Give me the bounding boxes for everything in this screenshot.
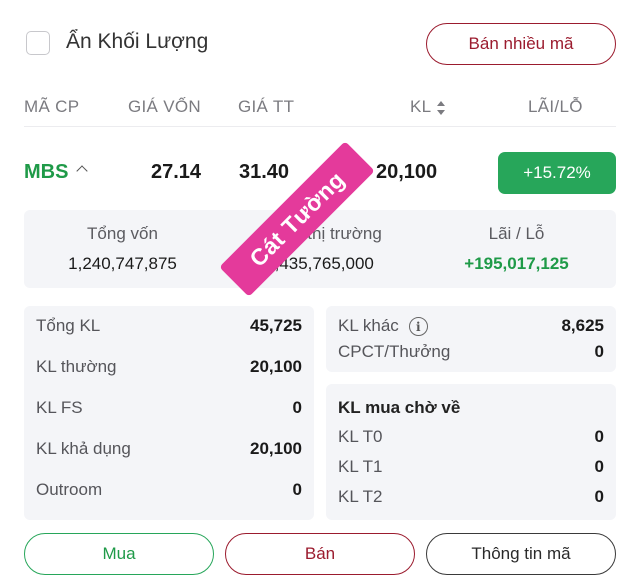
available-volume-label: KL khả dụng bbox=[36, 439, 131, 458]
total-volume-value: 45,725 bbox=[250, 316, 302, 335]
t0-label: KL T0 bbox=[338, 427, 383, 446]
column-volume-sort[interactable]: KL bbox=[410, 97, 446, 117]
dividend-row: CPCT/Thưởng 0 bbox=[338, 342, 604, 362]
stock-info-button[interactable]: Thông tin mã bbox=[426, 533, 616, 575]
profit-loss-summary: Lãi / Lỗ +195,017,125 bbox=[418, 224, 615, 274]
volume-panel: Tổng KL 45,725 KL thường 20,100 KL FS 0 … bbox=[24, 306, 314, 520]
chevron-up-icon bbox=[76, 165, 89, 177]
column-profit-loss: LÃI/LỖ bbox=[528, 97, 583, 116]
fs-volume-row: KL FS 0 bbox=[36, 398, 302, 418]
sell-multiple-button[interactable]: Bán nhiều mã bbox=[426, 23, 616, 65]
stock-code: MBS bbox=[24, 161, 69, 183]
total-capital: Tổng vốn 1,240,747,875 bbox=[24, 224, 221, 274]
total-capital-value: 1,240,747,875 bbox=[68, 254, 177, 273]
volume-value: 20,100 bbox=[376, 161, 438, 183]
market-price-value: 31.40 bbox=[239, 161, 290, 183]
t1-row: KL T1 0 bbox=[338, 457, 604, 477]
outroom-row: Outroom 0 bbox=[36, 480, 302, 500]
column-volume-label: KL bbox=[410, 97, 432, 116]
column-code: MÃ CP bbox=[24, 97, 80, 116]
t0-value: 0 bbox=[594, 427, 604, 446]
normal-volume-value: 20,100 bbox=[250, 357, 302, 376]
t1-label: KL T1 bbox=[338, 457, 383, 476]
normal-volume-row: KL thường 20,100 bbox=[36, 357, 302, 377]
hide-volume-label: Ẩn Khối Lượng bbox=[66, 30, 209, 53]
other-volume-row: KL khác i 8,625 bbox=[338, 316, 604, 337]
sort-icon bbox=[437, 100, 446, 115]
fs-volume-value: 0 bbox=[292, 398, 302, 417]
column-cost-price: GIÁ VỐN bbox=[128, 97, 201, 116]
cost-price-value: 27.14 bbox=[151, 161, 202, 183]
t2-label: KL T2 bbox=[338, 487, 383, 506]
other-volume-panel: KL khác i 8,625 CPCT/Thưởng 0 bbox=[326, 306, 616, 372]
buy-button[interactable]: Mua bbox=[24, 533, 214, 575]
other-volume-label: KL khác bbox=[338, 316, 399, 335]
header-divider bbox=[24, 126, 616, 127]
t0-row: KL T0 0 bbox=[338, 427, 604, 447]
dividend-label: CPCT/Thưởng bbox=[338, 342, 451, 361]
profit-loss-value: +195,017,125 bbox=[464, 254, 569, 273]
t1-value: 0 bbox=[594, 457, 604, 476]
available-volume-value: 20,100 bbox=[250, 439, 302, 458]
t2-value: 0 bbox=[594, 487, 604, 506]
profit-loss-badge: +15.72% bbox=[498, 152, 616, 194]
t2-row: KL T2 0 bbox=[338, 487, 604, 507]
profit-loss-label: Lãi / Lỗ bbox=[488, 224, 545, 243]
stock-code-toggle[interactable]: MBS bbox=[24, 161, 89, 184]
hide-volume-checkbox[interactable] bbox=[26, 31, 50, 55]
total-capital-label: Tổng vốn bbox=[87, 224, 158, 243]
outroom-value: 0 bbox=[292, 480, 302, 499]
normal-volume-label: KL thường bbox=[36, 357, 117, 376]
fs-volume-label: KL FS bbox=[36, 398, 83, 417]
available-volume-row: KL khả dụng 20,100 bbox=[36, 439, 302, 459]
sell-button[interactable]: Bán bbox=[225, 533, 415, 575]
dividend-value: 0 bbox=[594, 342, 604, 361]
outroom-label: Outroom bbox=[36, 480, 103, 499]
pending-buy-title: KL mua chờ về bbox=[338, 398, 461, 417]
info-icon[interactable]: i bbox=[408, 317, 428, 337]
other-volume-value: 8,625 bbox=[561, 316, 604, 335]
total-volume-label: Tổng KL bbox=[36, 316, 101, 335]
pending-buy-panel: KL mua chờ về KL T0 0 KL T1 0 KL T2 0 bbox=[326, 384, 616, 520]
total-volume-row: Tổng KL 45,725 bbox=[36, 316, 302, 336]
column-market-price: GIÁ TT bbox=[238, 97, 295, 116]
